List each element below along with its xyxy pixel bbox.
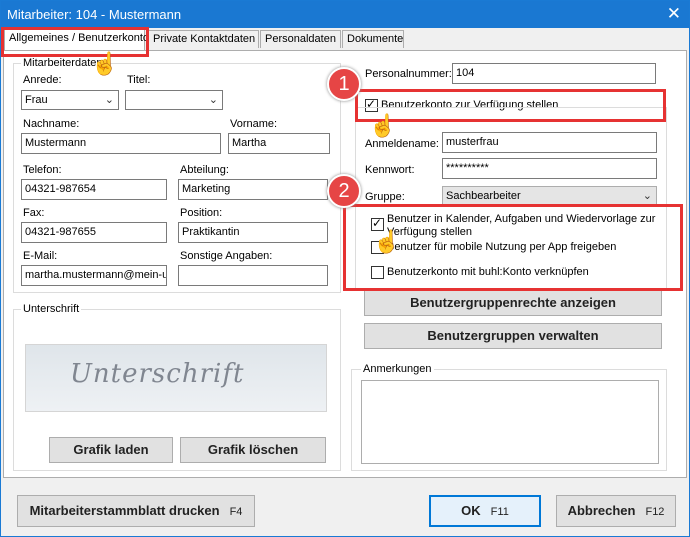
load-graphic-button[interactable]: Grafik laden [49, 437, 173, 463]
titel-select[interactable]: ⌄ [125, 90, 223, 110]
telefon-label: Telefon: [23, 164, 62, 176]
pointer-hand-icon: ☝ [373, 229, 401, 254]
tab-dokumente[interactable]: Dokumente [342, 30, 404, 48]
tab-highlight-box [1, 27, 149, 57]
personalnummer-field[interactable]: 104 [452, 63, 656, 84]
abteilung-field[interactable]: Marketing [178, 179, 328, 200]
telefon-field[interactable]: 04321-987654 [21, 179, 167, 200]
close-icon[interactable]: ✕ [667, 4, 681, 24]
window-title: Mitarbeiter: 104 - Mustermann [7, 7, 182, 22]
cancel-key: F12 [645, 506, 665, 518]
anrede-value: Frau [25, 94, 48, 106]
manage-groups-button[interactable]: Benutzergruppen verwalten [364, 323, 662, 349]
fax-label: Fax: [23, 207, 45, 219]
print-sheet-button[interactable]: Mitarbeiterstammblatt drucken F4 [17, 495, 255, 527]
cancel-label: Abbrechen [567, 503, 636, 518]
ok-label: OK [461, 503, 481, 518]
signature-group-label: Unterschrift [21, 303, 82, 315]
chevron-down-icon: ⌄ [104, 94, 114, 106]
ok-key: F11 [490, 506, 509, 518]
username-field[interactable]: musterfrau [442, 132, 657, 153]
chevron-down-icon: ⌄ [642, 190, 652, 202]
signature-image-text: Unterschrift [70, 359, 245, 389]
group-label: Gruppe: [365, 191, 405, 203]
employee-dialog: Mitarbeiter: 104 - Mustermann ✕ Allgemei… [0, 0, 690, 537]
password-field[interactable]: ********** [442, 158, 657, 179]
personalnummer-label: Personalnummer: [365, 68, 452, 80]
anrede-label: Anrede: [23, 74, 62, 86]
chevron-down-icon: ⌄ [208, 94, 218, 106]
print-sheet-key: F4 [229, 506, 243, 518]
email-label: E-Mail: [23, 250, 58, 262]
tab-personaldaten[interactable]: Personaldaten [260, 30, 341, 48]
marker-1-badge: 1 [327, 67, 361, 101]
group-select[interactable]: Sachbearbeiter ⌄ [442, 186, 657, 206]
title-bar: Mitarbeiter: 104 - Mustermann ✕ [1, 1, 689, 28]
password-label: Kennwort: [365, 164, 415, 176]
marker-2-badge: 2 [327, 174, 361, 208]
account-highlight-box [355, 89, 666, 122]
nachname-label: Nachname: [23, 118, 80, 130]
tab-private-kontaktdaten[interactable]: Private Kontaktdaten [148, 30, 259, 48]
cancel-button[interactable]: Abbrechen F12 [556, 495, 676, 527]
sonstige-label: Sonstige Angaben: [180, 250, 273, 262]
pointer-hand-icon: ☝ [91, 51, 119, 76]
position-label: Position: [180, 207, 223, 219]
delete-graphic-button[interactable]: Grafik löschen [180, 437, 326, 463]
username-label: Anmeldename: [365, 138, 439, 150]
signature-image: Unterschrift [25, 344, 327, 412]
group-value: Sachbearbeiter [446, 190, 521, 202]
vorname-label: Vorname: [230, 118, 278, 130]
notes-group-label: Anmerkungen [361, 363, 434, 375]
position-field[interactable]: Praktikantin [178, 222, 328, 243]
pointer-hand-icon: ☝ [369, 113, 397, 138]
vorname-field[interactable]: Martha [228, 133, 330, 154]
abteilung-label: Abteilung: [180, 164, 229, 176]
email-field[interactable]: martha.mustermann@mein-u [21, 265, 167, 286]
sonstige-field[interactable] [178, 265, 328, 286]
titel-label: Titel: [127, 74, 151, 86]
ok-button[interactable]: OK F11 [429, 495, 541, 527]
nachname-field[interactable]: Mustermann [21, 133, 221, 154]
fax-field[interactable]: 04321-987655 [21, 222, 167, 243]
notes-textarea[interactable] [361, 380, 659, 464]
print-sheet-label: Mitarbeiterstammblatt drucken [29, 503, 220, 518]
group-rights-button[interactable]: Benutzergruppenrechte anzeigen [364, 290, 662, 316]
anrede-select[interactable]: Frau ⌄ [21, 90, 119, 110]
